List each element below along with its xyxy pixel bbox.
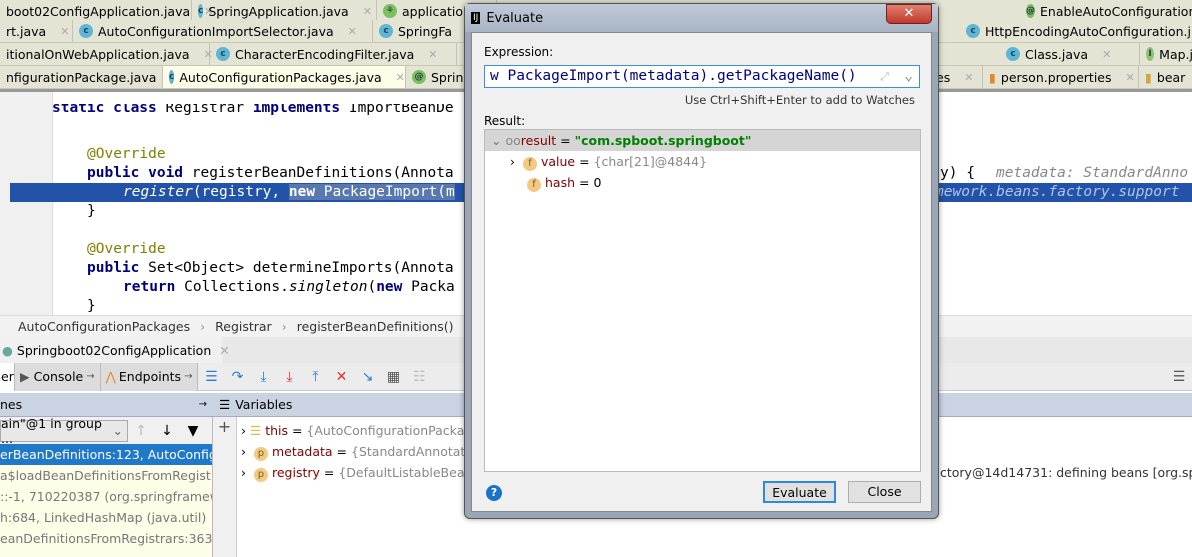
tab[interactable]: @ EnableAutoConfiguration <box>1020 0 1192 22</box>
filter-icon[interactable]: ▼ <box>180 423 206 439</box>
endpoints-icon: ⋀ <box>105 369 116 384</box>
expression-input[interactable]: w PackageImport(metadata).getPackageName… <box>484 65 920 88</box>
down-arrow-icon[interactable]: ↓ <box>154 423 180 439</box>
tab-debugger[interactable]: er <box>0 362 15 391</box>
up-arrow-icon[interactable]: ↑ <box>128 423 154 439</box>
field-icon: f <box>522 157 537 171</box>
frames-header: nes → <box>0 393 213 417</box>
frame-item[interactable]: h:684, LinkedHashMap (java.util) <box>0 507 212 528</box>
watch-icon: oo <box>505 133 521 148</box>
gutter <box>0 92 53 315</box>
tab[interactable]: ▮ person.properties ✕ <box>983 66 1139 88</box>
tab-endpoints[interactable]: ⋀ Endpoints → <box>100 362 199 391</box>
close-icon[interactable]: ✕ <box>1126 71 1135 84</box>
evaluate-expression-icon[interactable]: ▦ <box>380 369 406 385</box>
breadcrumb-item[interactable]: AutoConfigurationPackages <box>18 319 190 334</box>
spring-icon: ⚘ <box>383 4 397 18</box>
interface-icon: I <box>1146 47 1155 61</box>
class-icon: c <box>379 24 393 38</box>
class-icon: c <box>1006 47 1020 61</box>
close-icon[interactable]: ✕ <box>1102 48 1111 61</box>
frame-item[interactable]: eanDefinitionsFromRegistrars:363, Co <box>0 528 212 549</box>
class-icon: c <box>216 47 230 61</box>
tab-active[interactable]: c AutoConfigurationPackages.java ✕ <box>163 66 406 88</box>
tab[interactable]: c HttpEncodingAutoConfiguration.j <box>960 20 1192 42</box>
class-icon: c <box>198 4 204 18</box>
force-step-into-icon[interactable]: ⤓ <box>276 369 302 385</box>
console-icon: ▶ <box>20 369 30 384</box>
variables-icon: ☰ <box>219 397 231 412</box>
close-icon[interactable]: ✕ <box>60 25 69 38</box>
annotation-icon: @ <box>412 70 426 84</box>
help-icon[interactable]: ? <box>486 485 502 501</box>
history-dropdown-icon[interactable]: ⌄ <box>904 66 913 87</box>
thread-select[interactable]: ain"@1 in group ... ⌄ <box>0 416 128 446</box>
variable-row[interactable]: › p metadata = {StandardAnnotatio <box>241 441 476 462</box>
tab[interactable]: c SpringApplication.java ✕ <box>192 0 377 22</box>
frame-item[interactable]: ::-1, 710220387 (org.springframewor <box>0 486 212 507</box>
run-tab[interactable]: ● Springboot02ConfigApplication ✕ <box>0 337 230 363</box>
tab[interactable]: c CharacterEncodingFilter.java ✕ <box>210 43 457 65</box>
field-icon: ☰ <box>249 423 262 438</box>
evaluate-dialog: IJ Evaluate ✕ Expression: w PackageImpor… <box>464 3 939 519</box>
tab[interactable]: ▮ bear <box>1139 66 1192 88</box>
annotation-icon: @ <box>1026 4 1035 18</box>
close-icon[interactable]: ✕ <box>348 25 357 38</box>
evaluate-button[interactable]: Evaluate <box>763 481 836 503</box>
parameter-icon: p <box>253 447 268 461</box>
variable-row[interactable]: › ☰ this = {AutoConfigurationPackag <box>241 420 472 441</box>
step-out-icon[interactable]: ⤒ <box>302 369 328 385</box>
step-over-icon[interactable]: ↷ <box>224 369 250 385</box>
tab[interactable]: itionalOnWebApplication.java ✕ <box>0 43 213 65</box>
trace-icon[interactable]: ☷ <box>406 369 432 385</box>
field-icon: f <box>527 178 541 192</box>
close-icon[interactable]: ✕ <box>886 4 932 24</box>
result-tree[interactable]: ⌄ ooresult = "com.spboot.springboot" › f… <box>484 129 921 472</box>
frame-item[interactable]: erBeanDefinitions:123, AutoConfigura <box>0 444 212 465</box>
tab[interactable]: nfigurationPackage.java✕ <box>0 66 180 88</box>
run-to-cursor-icon[interactable]: ↘ <box>354 369 380 385</box>
class-icon: c <box>79 24 93 38</box>
spring-boot-icon: ● <box>2 342 13 358</box>
result-row[interactable]: ⌄ ooresult = "com.spboot.springboot" <box>485 130 920 151</box>
class-icon: c <box>169 70 175 84</box>
dialog-title-bar[interactable]: IJ Evaluate ✕ <box>465 4 938 32</box>
close-button[interactable]: Close <box>848 481 921 503</box>
tab-console[interactable]: ▶ Console → <box>15 362 101 391</box>
close-icon[interactable]: ✕ <box>363 5 372 18</box>
close-icon[interactable]: ✕ <box>396 71 405 84</box>
breadcrumb-item[interactable]: Registrar <box>215 319 272 334</box>
drop-frame-icon[interactable]: ✕ <box>328 369 354 385</box>
tab[interactable]: I Map.j <box>1140 43 1192 65</box>
frame-item[interactable]: a$loadBeanDefinitionsFromRegistrar <box>0 465 212 486</box>
parameter-icon: p <box>253 468 268 482</box>
close-icon[interactable]: ✕ <box>219 343 229 358</box>
expand-icon[interactable]: ⤢ <box>880 66 889 87</box>
breadcrumb-item[interactable]: registerBeanDefinitions() <box>297 319 454 334</box>
close-icon[interactable]: ✕ <box>964 71 973 84</box>
layout-icon[interactable]: ☰ <box>1166 369 1192 385</box>
close-icon[interactable]: ✕ <box>428 48 437 61</box>
tab[interactable]: c Class.java ✕ <box>1000 43 1140 65</box>
class-icon: c <box>966 24 980 38</box>
xml-icon: ▮ <box>1145 69 1152 85</box>
intellij-icon: IJ <box>471 12 481 24</box>
menu-icon[interactable]: ☰ <box>198 369 224 385</box>
frames-panel: ain"@1 in group ... ⌄ ↑ ↓ ▼ erBeanDefinit… <box>0 416 213 557</box>
properties-icon: ▮ <box>989 69 996 85</box>
step-into-icon[interactable]: ⤓ <box>250 369 276 385</box>
tab[interactable]: c AutoConfigurationImportSelector.java ✕ <box>73 20 373 42</box>
tab[interactable]: rt.java ✕ <box>0 20 73 42</box>
tab[interactable]: boot02ConfigApplication.java ✕ <box>0 0 213 22</box>
result-child-row[interactable]: › f value = {char[21]@4844} <box>485 151 920 172</box>
result-child-row[interactable]: f hash = 0 <box>485 172 920 193</box>
add-watch-icon[interactable]: + <box>213 417 237 557</box>
variable-row[interactable]: › p registry = {DefaultListableBeanF <box>241 462 480 483</box>
